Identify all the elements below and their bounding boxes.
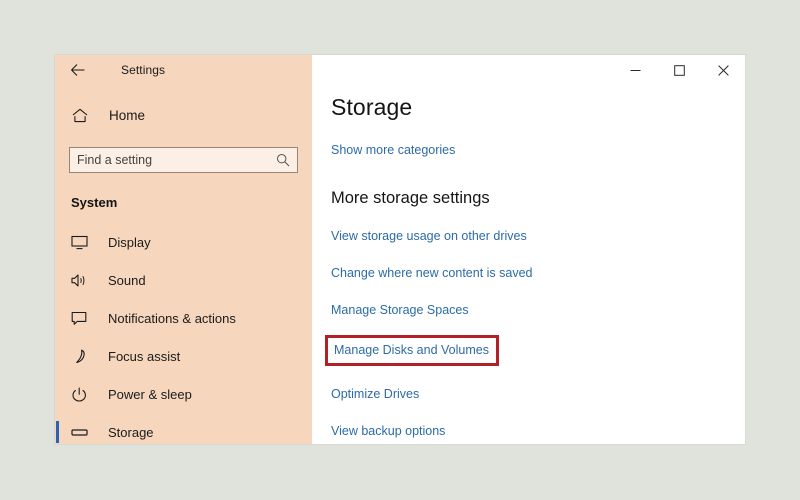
sidebar-nav-list: Display Sound Notifications & actions Fo…	[55, 223, 312, 451]
view-storage-usage-link[interactable]: View storage usage on other drives	[331, 229, 527, 243]
sidebar-item-notifications[interactable]: Notifications & actions	[55, 299, 312, 337]
sidebar-item-power-sleep[interactable]: Power & sleep	[55, 375, 312, 413]
link-row: Optimize Drives	[331, 385, 745, 403]
change-content-location-link[interactable]: Change where new content is saved	[331, 266, 533, 280]
link-row: Manage Storage Spaces	[331, 301, 745, 319]
drive-icon	[71, 425, 91, 440]
selection-accent-bar	[56, 421, 59, 443]
home-icon	[69, 108, 91, 123]
content-body: Storage Show more categories More storag…	[312, 55, 745, 440]
search-icon[interactable]	[276, 153, 290, 167]
sidebar-item-display[interactable]: Display	[55, 223, 312, 261]
show-more-categories-row: Show more categories	[331, 141, 745, 159]
sidebar-titlebar: Settings	[55, 55, 312, 85]
show-more-categories-link[interactable]: Show more categories	[331, 143, 455, 157]
monitor-icon	[71, 235, 91, 250]
sidebar-item-label: Notifications & actions	[108, 310, 236, 326]
link-row: View backup options	[331, 422, 745, 440]
more-storage-settings-heading: More storage settings	[331, 189, 490, 207]
settings-content: Storage Show more categories More storag…	[312, 55, 745, 444]
sidebar-item-label: Storage	[108, 424, 154, 440]
sidebar-item-label: Display	[108, 234, 151, 250]
highlight-annotation-box: Manage Disks and Volumes	[325, 335, 499, 366]
manage-storage-spaces-link[interactable]: Manage Storage Spaces	[331, 303, 469, 317]
sidebar-item-sound[interactable]: Sound	[55, 261, 312, 299]
search-box[interactable]	[69, 147, 298, 173]
close-button[interactable]	[701, 55, 745, 85]
link-row: Change where new content is saved	[331, 264, 745, 282]
moon-icon	[71, 349, 91, 364]
sidebar-item-home[interactable]: Home	[55, 100, 312, 130]
optimize-drives-link[interactable]: Optimize Drives	[331, 387, 419, 401]
sidebar-item-focus-assist[interactable]: Focus assist	[55, 337, 312, 375]
sidebar-item-storage[interactable]: Storage	[55, 413, 312, 451]
sidebar-item-label: Sound	[108, 272, 146, 288]
window-controls	[613, 55, 745, 85]
sidebar-item-label: Focus assist	[108, 348, 181, 364]
back-arrow-icon[interactable]	[67, 59, 89, 81]
page-title: Storage	[331, 94, 413, 120]
power-icon	[71, 386, 91, 402]
maximize-button[interactable]	[657, 55, 701, 85]
manage-disks-and-volumes-link[interactable]: Manage Disks and Volumes	[334, 343, 489, 357]
home-label: Home	[109, 107, 146, 123]
speaker-icon	[71, 273, 91, 288]
sidebar-item-label: Power & sleep	[108, 386, 192, 402]
notification-icon	[71, 311, 91, 326]
view-backup-options-link[interactable]: View backup options	[331, 424, 445, 438]
minimize-button[interactable]	[613, 55, 657, 85]
search-input[interactable]	[77, 153, 276, 167]
link-row: Manage Disks and Volumes	[325, 335, 745, 366]
sidebar-section-title: System	[71, 195, 118, 210]
window-title: Settings	[121, 63, 166, 77]
storage-links-list: View storage usage on other drives Chang…	[325, 227, 745, 440]
link-row: View storage usage on other drives	[331, 227, 745, 245]
settings-sidebar: Settings Home System	[55, 55, 312, 444]
settings-window: Settings Home System	[55, 55, 745, 444]
